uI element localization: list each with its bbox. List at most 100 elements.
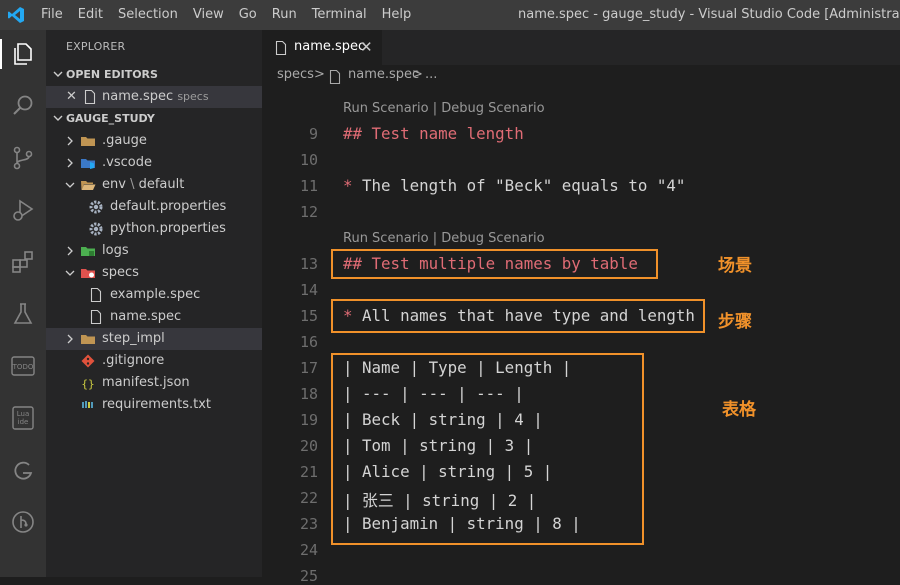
tree-item-vscode[interactable]: .vscode: [46, 152, 262, 174]
svg-text:ide: ide: [18, 418, 29, 426]
folder-vscode-icon: [81, 159, 95, 169]
chevron-down-icon: [65, 182, 75, 188]
annotation-table: 表格: [722, 400, 756, 420]
line-number: 16: [299, 333, 318, 351]
tree-item-specs[interactable]: specs: [46, 262, 262, 284]
tree-item-python-properties[interactable]: python.properties: [46, 218, 262, 240]
tree-item-name-spec[interactable]: name.spec: [46, 306, 262, 328]
editor-tabs: name.spec ✕: [262, 30, 900, 65]
menu-selection[interactable]: Selection: [118, 0, 178, 30]
files-icon[interactable]: [9, 40, 37, 68]
menu-terminal[interactable]: Terminal: [312, 0, 367, 30]
open-editor-item[interactable]: ✕ name.spec specs: [46, 86, 262, 108]
tree-item-manifest-json[interactable]: {} manifest.json: [46, 372, 262, 394]
json-icon: {}: [81, 378, 94, 391]
chevron-down-icon: [65, 270, 75, 276]
menu-file[interactable]: File: [41, 0, 63, 30]
tree-item-logs[interactable]: logs: [46, 240, 262, 262]
menu-bar: File Edit Selection View Go Run Terminal…: [41, 0, 426, 30]
menu-view[interactable]: View: [193, 0, 224, 30]
annotation-step: 步骤: [718, 312, 752, 332]
run-debug-icon[interactable]: [9, 196, 37, 224]
folder-specs-icon: [81, 269, 95, 278]
breadcrumb-more[interactable]: ...: [425, 67, 437, 82]
text-file-icon: [82, 401, 93, 408]
annotation-scenario: 场景: [718, 256, 752, 276]
line-number: 25: [299, 567, 318, 585]
source-control-icon[interactable]: [9, 144, 37, 172]
git-icon: [81, 354, 95, 368]
line-number: 18: [299, 385, 318, 403]
line-number: 21: [299, 463, 318, 481]
lua-ide-icon[interactable]: Lua ide: [9, 404, 37, 432]
tree-item-requirements-txt[interactable]: requirements.txt: [46, 394, 262, 416]
chevron-right-icon: [67, 158, 73, 168]
svg-text:TODO: TODO: [12, 363, 34, 371]
window-title: name.spec - gauge_study - Visual Studio …: [518, 7, 900, 22]
menu-run[interactable]: Run: [272, 0, 297, 30]
line-number: 15: [299, 307, 318, 325]
menu-go[interactable]: Go: [239, 0, 257, 30]
file-icon: [90, 309, 102, 325]
line-number: 23: [299, 515, 318, 533]
svg-text:{}: {}: [81, 378, 94, 391]
open-editor-name: name.spec specs: [102, 89, 209, 104]
table-highlight-box: [331, 353, 644, 545]
breadcrumb-file[interactable]: name.spec: [348, 67, 419, 82]
tree-item-env-default[interactable]: env \ default: [46, 174, 262, 196]
file-icon: [84, 89, 96, 105]
chevron-right-icon: [67, 334, 73, 344]
breadcrumb: specs > name.spec > ...: [262, 65, 900, 87]
tree-item-step-impl[interactable]: step_impl: [46, 328, 262, 350]
menu-help[interactable]: Help: [382, 0, 412, 30]
gear-icon: [89, 200, 103, 214]
chevron-right-icon: [67, 136, 73, 146]
line-number: 17: [299, 359, 318, 377]
extensions-icon[interactable]: [9, 248, 37, 276]
tree-item-example-spec[interactable]: example.spec: [46, 284, 262, 306]
tab-close-icon[interactable]: ✕: [360, 38, 373, 56]
chevron-down-icon: [53, 115, 63, 121]
search-icon[interactable]: [9, 92, 37, 120]
vscode-logo-icon[interactable]: [7, 6, 25, 24]
chevron-down-icon: [53, 71, 63, 77]
folder-logs-icon: [81, 247, 95, 256]
file-icon: [90, 287, 102, 303]
line-number: 22: [299, 489, 318, 507]
folder-icon: [81, 335, 95, 344]
code-editor[interactable]: Run Scenario | Debug Scenario 9 ## Test …: [262, 87, 900, 585]
tree-item-default-properties[interactable]: default.properties: [46, 196, 262, 218]
git-graph-icon[interactable]: [9, 508, 37, 536]
open-editors-header[interactable]: OPEN EDITORS: [46, 64, 262, 86]
workspace-header[interactable]: GAUGE_STUDY: [46, 108, 262, 130]
gauge-icon[interactable]: [9, 456, 37, 484]
gear-icon: [89, 222, 103, 236]
tab-name-spec[interactable]: name.spec ✕: [262, 30, 382, 65]
menu-edit[interactable]: Edit: [78, 0, 103, 30]
line-number: 20: [299, 437, 318, 455]
folder-open-icon: [81, 181, 96, 190]
line-number: 9: [308, 125, 318, 143]
line-number: 24: [299, 541, 318, 559]
line-number: 10: [299, 151, 318, 169]
tree-item-gauge[interactable]: .gauge: [46, 130, 262, 152]
svg-text:Lua: Lua: [17, 410, 30, 418]
todo-icon[interactable]: TODO: [9, 352, 37, 380]
line-number: 14: [299, 281, 318, 299]
sidebar-title: EXPLORER: [66, 40, 126, 53]
line-number: 13: [299, 255, 318, 273]
line-number: 11: [299, 177, 318, 195]
line-number: 12: [299, 203, 318, 221]
activity-bar: TODO Lua ide: [0, 30, 46, 577]
scenario-highlight-box: [331, 249, 658, 279]
codelens-run-debug[interactable]: Run Scenario | Debug Scenario: [343, 101, 545, 116]
title-bar: File Edit Selection View Go Run Terminal…: [0, 0, 900, 30]
tree-item-gitignore[interactable]: .gitignore: [46, 350, 262, 372]
breadcrumb-separator: >: [412, 67, 423, 82]
breadcrumb-folder[interactable]: specs: [277, 67, 314, 82]
code-line: * The length of "Beck" equals to "4": [343, 176, 686, 195]
testing-icon[interactable]: [9, 300, 37, 328]
line-number: 19: [299, 411, 318, 429]
close-icon[interactable]: ✕: [66, 89, 77, 104]
codelens-run-debug[interactable]: Run Scenario | Debug Scenario: [343, 231, 545, 246]
